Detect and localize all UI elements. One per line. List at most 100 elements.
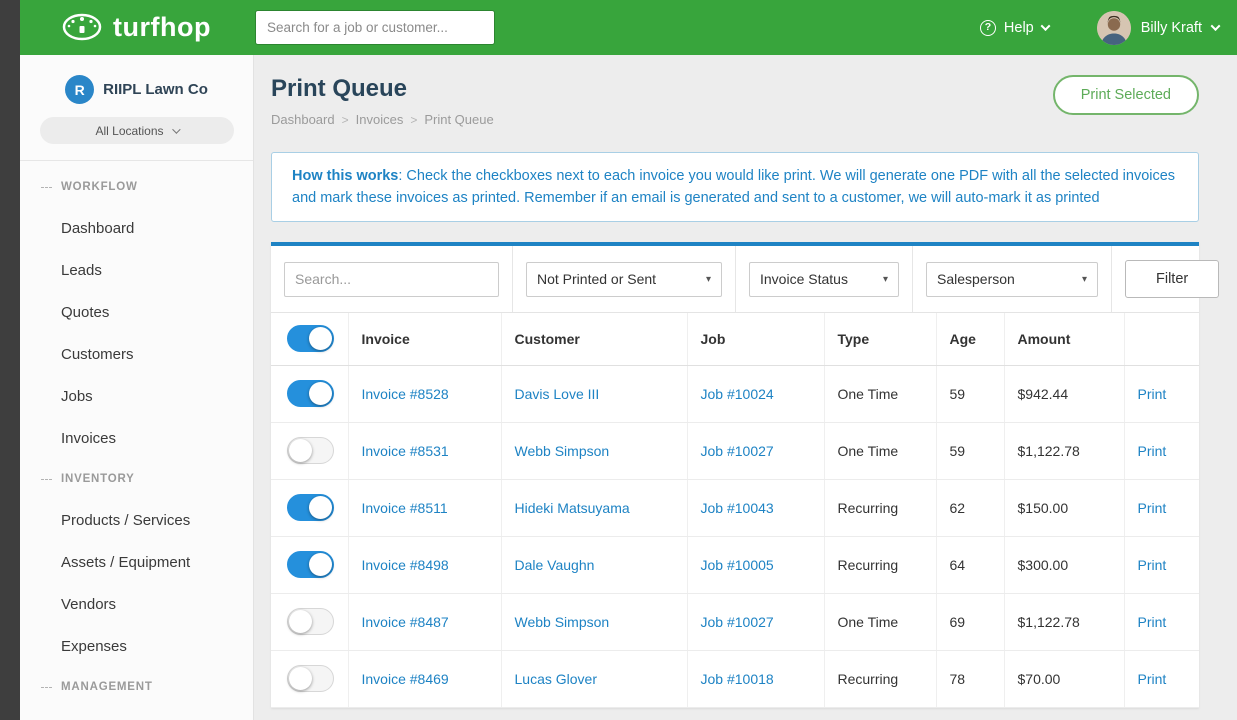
breadcrumb: Dashboard > Invoices > Print Queue bbox=[271, 112, 494, 127]
global-search-input[interactable] bbox=[255, 10, 495, 45]
customer-link[interactable]: Hideki Matsuyama bbox=[515, 500, 630, 516]
column-header-customer: Customer bbox=[501, 313, 687, 365]
column-header-age: Age bbox=[936, 313, 1004, 365]
customer-link[interactable]: Webb Simpson bbox=[515, 443, 610, 459]
salesperson-select[interactable]: Salesperson ▾ bbox=[926, 262, 1098, 297]
job-link[interactable]: Job #10018 bbox=[701, 671, 774, 687]
invoice-type: One Time bbox=[824, 422, 936, 479]
toggle-knob bbox=[309, 553, 332, 576]
invoice-age: 59 bbox=[936, 365, 1004, 422]
locations-selector[interactable]: All Locations bbox=[40, 117, 234, 144]
breadcrumb-dashboard[interactable]: Dashboard bbox=[271, 112, 335, 127]
job-link[interactable]: Job #10027 bbox=[701, 614, 774, 630]
invoice-link[interactable]: Invoice #8531 bbox=[362, 443, 449, 459]
customer-link[interactable]: Lucas Glover bbox=[515, 671, 597, 687]
sidebar-section-inventory: INVENTORY bbox=[20, 459, 253, 499]
sidebar-item-customers[interactable]: Customers bbox=[20, 333, 253, 375]
invoice-link[interactable]: Invoice #8487 bbox=[362, 614, 449, 630]
print-link[interactable]: Print bbox=[1138, 671, 1167, 687]
row-select-toggle[interactable] bbox=[287, 380, 334, 407]
salesperson-value: Salesperson bbox=[937, 271, 1015, 287]
sidebar-item-vendors[interactable]: Vendors bbox=[20, 583, 253, 625]
user-menu[interactable]: Billy Kraft bbox=[1097, 11, 1219, 45]
filter-status-cell: Invoice Status ▾ bbox=[736, 246, 913, 312]
print-selected-button[interactable]: Print Selected bbox=[1053, 75, 1199, 115]
brand[interactable]: turfhop bbox=[60, 0, 211, 55]
job-link[interactable]: Job #10043 bbox=[701, 500, 774, 516]
sidebar-item-products-services[interactable]: Products / Services bbox=[20, 499, 253, 541]
job-link[interactable]: Job #10005 bbox=[701, 557, 774, 573]
invoice-link[interactable]: Invoice #8498 bbox=[362, 557, 449, 573]
locations-label: All Locations bbox=[95, 124, 163, 138]
select-all-toggle[interactable] bbox=[287, 325, 334, 352]
section-dash-icon bbox=[41, 687, 52, 688]
table-row: Invoice #8528 Davis Love III Job #10024 … bbox=[271, 365, 1199, 422]
sidebar-item-quotes[interactable]: Quotes bbox=[20, 291, 253, 333]
table-row: Invoice #8498 Dale Vaughn Job #10005 Rec… bbox=[271, 536, 1199, 593]
print-link[interactable]: Print bbox=[1138, 500, 1167, 516]
toggle-knob bbox=[309, 382, 332, 405]
print-link[interactable]: Print bbox=[1138, 557, 1167, 573]
row-select-toggle[interactable] bbox=[287, 665, 334, 692]
info-banner-title: How this works bbox=[292, 168, 398, 184]
invoice-type: One Time bbox=[824, 593, 936, 650]
sidebar-item-expenses[interactable]: Expenses bbox=[20, 625, 253, 667]
section-dash-icon bbox=[41, 187, 52, 188]
customer-link[interactable]: Webb Simpson bbox=[515, 614, 610, 630]
company[interactable]: R RIIPL Lawn Co bbox=[20, 75, 253, 104]
table-search-input[interactable] bbox=[284, 262, 499, 297]
main-content: Print Queue Dashboard > Invoices > Print… bbox=[254, 55, 1237, 720]
sidebar-item-dashboard[interactable]: Dashboard bbox=[20, 207, 253, 249]
sidebar-item-jobs[interactable]: Jobs bbox=[20, 375, 253, 417]
column-header-type: Type bbox=[824, 313, 936, 365]
print-link[interactable]: Print bbox=[1138, 386, 1167, 402]
customer-link[interactable]: Davis Love III bbox=[515, 386, 600, 402]
print-link[interactable]: Print bbox=[1138, 443, 1167, 459]
printed-filter-select[interactable]: Not Printed or Sent ▾ bbox=[526, 262, 722, 297]
table-row: Invoice #8469 Lucas Glover Job #10018 Re… bbox=[271, 650, 1199, 707]
table-row: Invoice #8531 Webb Simpson Job #10027 On… bbox=[271, 422, 1199, 479]
caret-down-icon: ▾ bbox=[706, 274, 711, 285]
job-link[interactable]: Job #10024 bbox=[701, 386, 774, 402]
customer-link[interactable]: Dale Vaughn bbox=[515, 557, 595, 573]
sidebar-item-invoices[interactable]: Invoices bbox=[20, 417, 253, 459]
print-queue-table: Invoice Customer Job Type Age Amount Inv… bbox=[271, 313, 1199, 708]
table-row: Invoice #8511 Hideki Matsuyama Job #1004… bbox=[271, 479, 1199, 536]
toggle-knob bbox=[309, 327, 332, 350]
row-select-toggle[interactable] bbox=[287, 437, 334, 464]
invoice-link[interactable]: Invoice #8469 bbox=[362, 671, 449, 687]
help-menu[interactable]: ? Help bbox=[980, 20, 1049, 36]
invoice-age: 78 bbox=[936, 650, 1004, 707]
toggle-knob bbox=[289, 439, 312, 462]
sidebar-item-leads[interactable]: Leads bbox=[20, 249, 253, 291]
invoice-link[interactable]: Invoice #8528 bbox=[362, 386, 449, 402]
breadcrumb-separator: > bbox=[410, 113, 417, 127]
row-select-toggle[interactable] bbox=[287, 608, 334, 635]
breadcrumb-invoices[interactable]: Invoices bbox=[356, 112, 404, 127]
job-link[interactable]: Job #10027 bbox=[701, 443, 774, 459]
row-select-toggle[interactable] bbox=[287, 551, 334, 578]
chevron-down-icon bbox=[1211, 21, 1221, 31]
chevron-down-icon bbox=[172, 125, 180, 133]
invoice-amount: $150.00 bbox=[1004, 479, 1124, 536]
filter-button[interactable]: Filter bbox=[1125, 260, 1219, 298]
caret-down-icon: ▾ bbox=[883, 274, 888, 285]
invoice-type: One Time bbox=[824, 365, 936, 422]
row-select-toggle[interactable] bbox=[287, 494, 334, 521]
sidebar-section-workflow: WORKFLOW bbox=[20, 167, 253, 207]
table-row: Invoice #8487 Webb Simpson Job #10027 On… bbox=[271, 593, 1199, 650]
caret-down-icon: ▾ bbox=[1082, 274, 1087, 285]
breadcrumb-current: Print Queue bbox=[424, 112, 493, 127]
turfhop-logo-icon bbox=[60, 9, 104, 46]
top-bar: turfhop ? Help Billy Kraft bbox=[20, 0, 1237, 55]
info-banner: How this works: Check the checkboxes nex… bbox=[271, 152, 1199, 222]
print-queue-card: Not Printed or Sent ▾ Invoice Status ▾ S… bbox=[271, 242, 1199, 708]
print-link[interactable]: Print bbox=[1138, 614, 1167, 630]
invoice-status-select[interactable]: Invoice Status ▾ bbox=[749, 262, 899, 297]
sidebar-section-management: MANAGEMENT bbox=[20, 667, 253, 707]
invoice-link[interactable]: Invoice #8511 bbox=[362, 500, 448, 516]
column-header-job: Job bbox=[687, 313, 824, 365]
invoice-age: 69 bbox=[936, 593, 1004, 650]
sidebar-item-assets-equipment[interactable]: Assets / Equipment bbox=[20, 541, 253, 583]
filter-button-cell: Filter bbox=[1112, 246, 1232, 312]
